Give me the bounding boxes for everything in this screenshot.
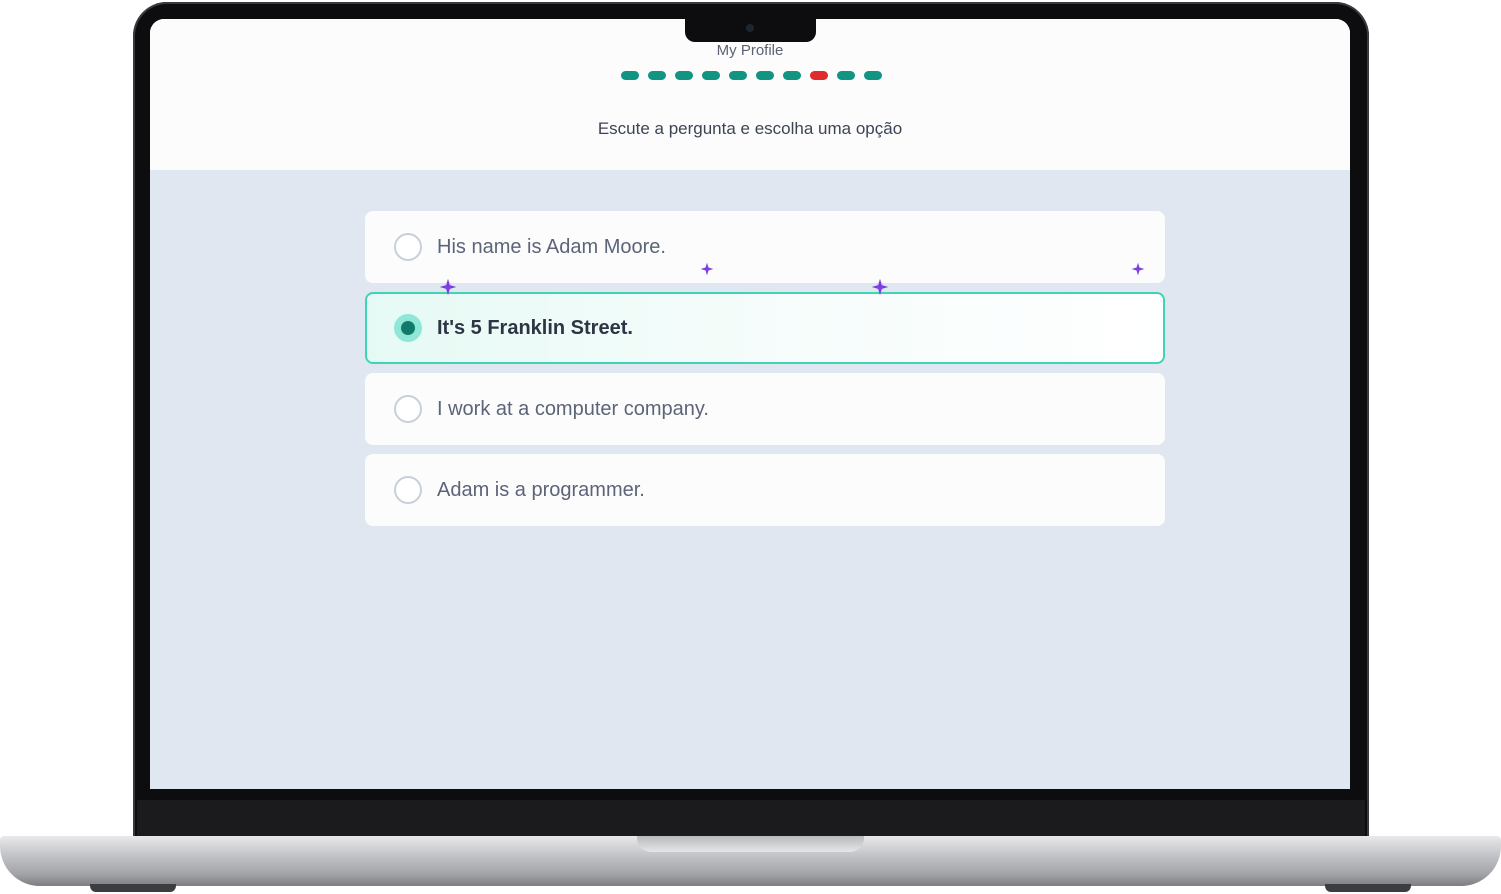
- radio-icon[interactable]: [394, 233, 422, 261]
- answer-options: His name is Adam Moore. It's 5 Franklin …: [365, 211, 1165, 535]
- answer-option-label: I work at a computer company.: [437, 397, 709, 420]
- answer-option-label: His name is Adam Moore.: [437, 235, 666, 258]
- radio-selected-icon[interactable]: [394, 314, 422, 342]
- laptop-foot-right: [1325, 884, 1411, 892]
- answer-option-label: Adam is a programmer.: [437, 478, 645, 501]
- laptop-foot-left: [90, 884, 176, 892]
- progress-step-current: [810, 71, 828, 80]
- laptop-bezel-chin: [137, 800, 1365, 836]
- question-instruction: Escute a pergunta e escolha uma opção: [597, 119, 903, 138]
- radio-icon[interactable]: [394, 395, 422, 423]
- radio-icon[interactable]: [394, 476, 422, 504]
- sparkle-icon: [871, 278, 889, 296]
- progress-step: [648, 71, 666, 80]
- answer-option-1[interactable]: His name is Adam Moore.: [365, 211, 1165, 283]
- laptop-base-opening: [637, 836, 864, 852]
- progress-step: [783, 71, 801, 80]
- sparkle-icon: [700, 262, 714, 276]
- progress-step: [864, 71, 882, 80]
- progress-indicator: [621, 71, 882, 80]
- progress-step: [702, 71, 720, 80]
- sparkle-icon: [439, 278, 457, 296]
- answer-option-label: It's 5 Franklin Street.: [437, 316, 633, 339]
- sparkle-icon: [1131, 262, 1145, 276]
- progress-step: [756, 71, 774, 80]
- screen: My Profile Escute a pergunta e escolha u…: [150, 19, 1350, 789]
- answer-option-4[interactable]: Adam is a programmer.: [365, 454, 1165, 526]
- page-title: My Profile: [716, 42, 784, 59]
- answer-option-3[interactable]: I work at a computer company.: [365, 373, 1165, 445]
- camera-icon: [746, 24, 754, 32]
- progress-step: [621, 71, 639, 80]
- progress-step: [729, 71, 747, 80]
- progress-step: [837, 71, 855, 80]
- answer-option-2[interactable]: It's 5 Franklin Street.: [365, 292, 1165, 364]
- camera-notch: [685, 18, 816, 42]
- progress-step: [675, 71, 693, 80]
- laptop-frame: My Profile Escute a pergunta e escolha u…: [0, 0, 1501, 894]
